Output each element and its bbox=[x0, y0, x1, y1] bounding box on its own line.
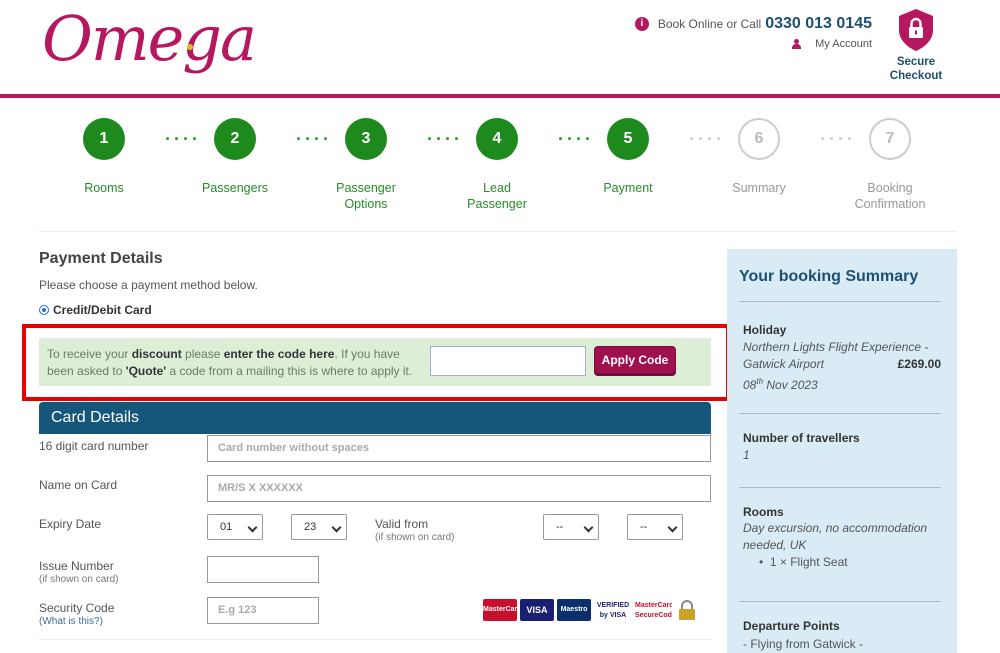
departure-value: - Flying from Gatwick - bbox=[743, 637, 864, 651]
step-label: Booking Confirmation bbox=[854, 181, 926, 211]
step-label: Payment bbox=[603, 181, 653, 195]
security-code-label: Security Code (What is this?) bbox=[39, 601, 115, 629]
step-number: 6 bbox=[738, 118, 780, 160]
issue-number-input[interactable] bbox=[207, 556, 319, 583]
holiday-heading: Holiday bbox=[743, 323, 787, 337]
discount-instructions: To receive your discount please enter th… bbox=[47, 347, 413, 378]
expiry-date-label: Expiry Date bbox=[39, 517, 102, 531]
shield-lock-icon bbox=[899, 9, 933, 51]
rooms-line2: needed, UK bbox=[743, 538, 807, 552]
card-number-label: 16 digit card number bbox=[39, 439, 149, 453]
step-booking-confirmation: 7 Booking Confirmation bbox=[825, 118, 955, 212]
info-icon: i bbox=[634, 17, 649, 31]
step-number: 1 bbox=[83, 118, 125, 160]
rooms-heading: Rooms bbox=[743, 505, 784, 519]
apply-code-button[interactable]: Apply Code bbox=[594, 346, 676, 374]
security-code-input[interactable]: E.g 123 bbox=[207, 597, 319, 624]
step-label: Passengers bbox=[201, 181, 268, 195]
discount-code-panel: To receive your discount please enter th… bbox=[39, 338, 711, 386]
summary-divider bbox=[739, 601, 941, 602]
mastercard-securecode-logo: MasterCard SecureCode bbox=[635, 599, 676, 621]
step-number: 5 bbox=[607, 118, 649, 160]
travellers-value: 1 bbox=[743, 448, 750, 462]
valid-from-month-select[interactable]: -- bbox=[543, 514, 599, 540]
step-label: Summary bbox=[732, 181, 786, 195]
rooms-item: • 1 × Flight Seat bbox=[759, 555, 848, 569]
departure-heading: Departure Points bbox=[743, 619, 840, 633]
holiday-name-line2: Gatwick Airport bbox=[743, 357, 824, 371]
issue-number-label: Issue Number (if shown on card) bbox=[39, 559, 119, 585]
step-label: Lead Passenger bbox=[467, 181, 527, 211]
summary-divider bbox=[739, 487, 941, 488]
card-details-header: Card Details bbox=[39, 402, 711, 434]
step-label: Rooms bbox=[84, 181, 124, 195]
credit-card-label: Credit/Debit Card bbox=[53, 303, 152, 317]
visa-logo: VISA bbox=[520, 599, 554, 621]
step-lead-passenger[interactable]: 4 Lead Passenger bbox=[432, 118, 562, 212]
step-payment: 5 Payment bbox=[563, 118, 693, 196]
card-number-input[interactable]: Card number without spaces bbox=[207, 435, 711, 462]
step-number: 3 bbox=[345, 118, 387, 160]
summary-divider bbox=[739, 301, 941, 302]
booking-summary: Your booking Summary Holiday Northern Li… bbox=[727, 249, 957, 653]
omega-logo[interactable]: Omega bbox=[42, 2, 257, 75]
site-header: Omega i Book Online or Call 0330 013 014… bbox=[0, 0, 1000, 98]
summary-title: Your booking Summary bbox=[739, 268, 919, 285]
payment-subtitle: Please choose a payment method below. bbox=[39, 278, 258, 292]
credit-card-radio[interactable] bbox=[39, 305, 49, 315]
travellers-heading: Number of travellers bbox=[743, 431, 860, 445]
verified-by-visa-logo: VERIFIED by VISA bbox=[594, 599, 632, 621]
call-row: i Book Online or Call 0330 013 0145 bbox=[634, 15, 872, 33]
step-number: 7 bbox=[869, 118, 911, 160]
expiry-year-select[interactable]: 23 bbox=[291, 514, 347, 540]
my-account-link[interactable]: My Account bbox=[815, 38, 872, 50]
step-summary: 6 Summary bbox=[694, 118, 824, 196]
name-on-card-label: Name on Card bbox=[39, 478, 118, 492]
issue-number-note: (if shown on card) bbox=[39, 574, 119, 585]
expiry-month-select[interactable]: 01 bbox=[207, 514, 263, 540]
mastercard-logo: MasterCard bbox=[483, 599, 522, 621]
secure-label-1: Secure bbox=[896, 56, 936, 68]
logo-dot-icon bbox=[187, 44, 193, 50]
holiday-name-line1: Northern Lights Flight Experience - bbox=[743, 340, 929, 354]
what-is-this-link[interactable]: (What is this?) bbox=[39, 615, 114, 629]
call-text: Book Online or Call bbox=[657, 17, 762, 31]
holiday-date: 08th Nov 2023 bbox=[743, 377, 818, 392]
rooms-line1: Day excursion, no accommodation bbox=[743, 521, 928, 535]
holiday-price: £269.00 bbox=[897, 357, 941, 371]
step-label: Passenger Options bbox=[336, 181, 396, 211]
secure-checkout-badge: Secure Checkout bbox=[888, 8, 944, 83]
checkout-steps: 1 Rooms ···· 2 Passengers ···· 3 Passeng… bbox=[39, 118, 957, 232]
step-number: 4 bbox=[476, 118, 518, 160]
valid-from-year-select[interactable]: -- bbox=[627, 514, 683, 540]
summary-divider bbox=[739, 413, 941, 414]
user-icon bbox=[792, 39, 802, 49]
card-logos: MasterCard VISA Maestro VERIFIED by VISA… bbox=[483, 599, 702, 621]
credit-debit-card-option[interactable]: Credit/Debit Card bbox=[39, 303, 152, 317]
name-on-card-input[interactable]: MR/S X XXXXXX bbox=[207, 475, 711, 502]
padlock-icon bbox=[672, 599, 702, 621]
step-rooms[interactable]: 1 Rooms bbox=[39, 118, 169, 196]
account-row[interactable]: My Account bbox=[792, 38, 872, 50]
discount-code-input[interactable] bbox=[430, 346, 586, 376]
maestro-logo: Maestro bbox=[557, 599, 591, 621]
valid-from-note: (if shown on card) bbox=[375, 532, 455, 543]
step-number: 2 bbox=[214, 118, 256, 160]
card-details-form: 16 digit card number Card number without… bbox=[39, 434, 711, 640]
step-passengers[interactable]: 2 Passengers bbox=[170, 118, 300, 196]
valid-from-label: Valid from (if shown on card) bbox=[375, 517, 455, 543]
secure-label-2: Checkout bbox=[889, 70, 943, 82]
phone-number[interactable]: 0330 013 0145 bbox=[765, 15, 872, 33]
step-passenger-options[interactable]: 3 Passenger Options bbox=[301, 118, 431, 212]
payment-details-title: Payment Details bbox=[39, 250, 163, 267]
